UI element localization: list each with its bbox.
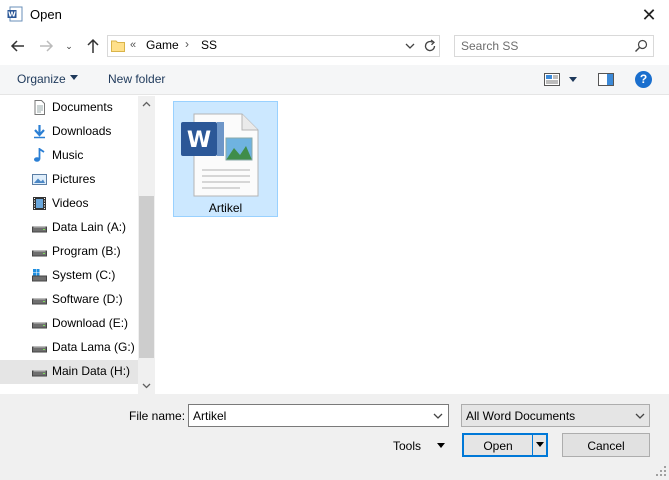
command-toolbar: Organize New folder ?	[0, 65, 669, 95]
drive-icon	[32, 298, 47, 305]
up-arrow-icon[interactable]	[84, 37, 102, 55]
search-icon[interactable]	[634, 39, 648, 53]
sidebar-item-pictures[interactable]: Pictures	[0, 168, 138, 192]
file-name-label: File name:	[129, 409, 186, 423]
file-type-select[interactable]: All Word Documents	[461, 404, 650, 427]
chevron-down-icon[interactable]	[432, 410, 444, 422]
breadcrumb-separator-icon[interactable]: ›	[185, 37, 189, 51]
window-title: Open	[30, 7, 62, 22]
sidebar-item-label: Videos	[52, 196, 89, 210]
file-name-input[interactable]: Artikel	[188, 404, 449, 427]
forward-arrow-icon[interactable]	[37, 37, 55, 55]
drive-icon	[32, 322, 47, 329]
sidebar-item-label: Software (D:)	[52, 292, 123, 306]
sidebar-item-main-data[interactable]: Main Data (H:)	[0, 360, 138, 384]
sidebar-item-videos[interactable]: Videos	[0, 192, 138, 216]
sidebar-item-music[interactable]: Music	[0, 144, 138, 168]
sidebar-item-download-drive[interactable]: Download (E:)	[0, 312, 138, 336]
file-item-artikel[interactable]: W Artikel	[173, 101, 278, 217]
title-bar: W Open ✕	[0, 0, 669, 30]
drive-icon	[32, 226, 47, 233]
scroll-down-icon[interactable]	[138, 377, 155, 394]
scrollbar-thumb[interactable]	[139, 196, 154, 358]
sidebar-item-data-lain[interactable]: Data Lain (A:)	[0, 216, 138, 240]
sidebar-item-label: Data Lain (A:)	[52, 220, 127, 234]
navigation-pane[interactable]: Documents Downloads Music Pictures Video…	[0, 96, 155, 394]
word-document-icon: W	[181, 113, 259, 197]
chevron-down-icon[interactable]	[404, 40, 416, 52]
organize-caret-icon[interactable]	[70, 75, 78, 80]
sidebar-item-label: Data Lama (G:)	[52, 340, 135, 354]
folder-icon	[111, 40, 125, 52]
sidebar-item-label: Music	[52, 148, 84, 162]
sidebar-item-system[interactable]: System (C:)	[0, 264, 138, 288]
sidebar-item-label: System (C:)	[52, 268, 116, 282]
downloads-icon	[34, 125, 45, 139]
breadcrumb-ss[interactable]: SS	[201, 38, 217, 52]
system-drive-icon	[32, 269, 47, 282]
scroll-up-icon[interactable]	[138, 96, 155, 113]
preview-pane-icon[interactable]	[598, 73, 614, 86]
sidebar-item-label: Pictures	[52, 172, 96, 186]
organize-button[interactable]: Organize	[17, 72, 66, 86]
change-view-icon[interactable]	[544, 73, 560, 86]
search-placeholder: Search SS	[461, 39, 519, 53]
sidebar-item-label: Program (B:)	[52, 244, 121, 258]
file-name-label: Artikel	[208, 201, 243, 215]
file-name-value[interactable]: Artikel	[193, 409, 226, 423]
tools-menu-button[interactable]: Tools	[393, 439, 421, 453]
new-folder-button[interactable]: New folder	[108, 72, 165, 86]
open-options-caret-icon[interactable]	[536, 442, 544, 447]
cancel-button-label: Cancel	[587, 439, 625, 453]
music-icon	[34, 148, 45, 162]
sidebar-item-downloads[interactable]: Downloads	[0, 120, 138, 144]
sidebar-item-data-lama[interactable]: Data Lama (G:)	[0, 336, 138, 360]
help-icon[interactable]: ?	[635, 71, 652, 88]
back-arrow-icon[interactable]	[9, 37, 27, 55]
recent-locations-chevron-icon[interactable]: ⌄	[62, 37, 76, 55]
sidebar-item-label: Download (E:)	[52, 316, 129, 330]
sidebar-item-label: Downloads	[52, 124, 112, 138]
sidebar-scrollbar[interactable]	[138, 96, 155, 394]
view-options-caret-icon[interactable]	[569, 77, 577, 82]
pictures-icon	[32, 174, 47, 185]
open-button[interactable]: Open	[462, 433, 548, 457]
svg-text:W: W	[187, 128, 211, 153]
sidebar-item-software[interactable]: Software (D:)	[0, 288, 138, 312]
close-icon[interactable]: ✕	[636, 3, 662, 27]
documents-icon	[34, 100, 45, 115]
videos-icon	[33, 197, 46, 210]
word-app-icon: W	[7, 6, 23, 22]
sidebar-item-documents[interactable]: Documents	[0, 96, 138, 120]
sidebar-item-program[interactable]: Program (B:)	[0, 240, 138, 264]
search-input[interactable]: Search SS	[454, 35, 654, 57]
address-bar[interactable]: « Game › SS	[107, 35, 440, 57]
open-split-divider	[532, 435, 533, 455]
drive-icon	[32, 370, 47, 377]
cancel-button[interactable]: Cancel	[562, 433, 650, 457]
drive-icon	[32, 346, 47, 353]
svg-text:W: W	[8, 11, 16, 19]
breadcrumb-overflow[interactable]: «	[130, 39, 136, 51]
tools-caret-icon[interactable]	[437, 443, 445, 448]
breadcrumb-game[interactable]: Game	[146, 38, 179, 52]
open-button-label: Open	[483, 439, 513, 453]
file-type-value: All Word Documents	[466, 409, 576, 423]
sidebar-item-label: Main Data (H:)	[52, 364, 131, 378]
refresh-icon[interactable]	[422, 38, 438, 54]
chevron-down-icon[interactable]	[634, 410, 646, 422]
drive-icon	[32, 250, 47, 257]
resize-grip-icon[interactable]	[655, 465, 667, 477]
sidebar-item-label: Documents	[52, 100, 113, 114]
